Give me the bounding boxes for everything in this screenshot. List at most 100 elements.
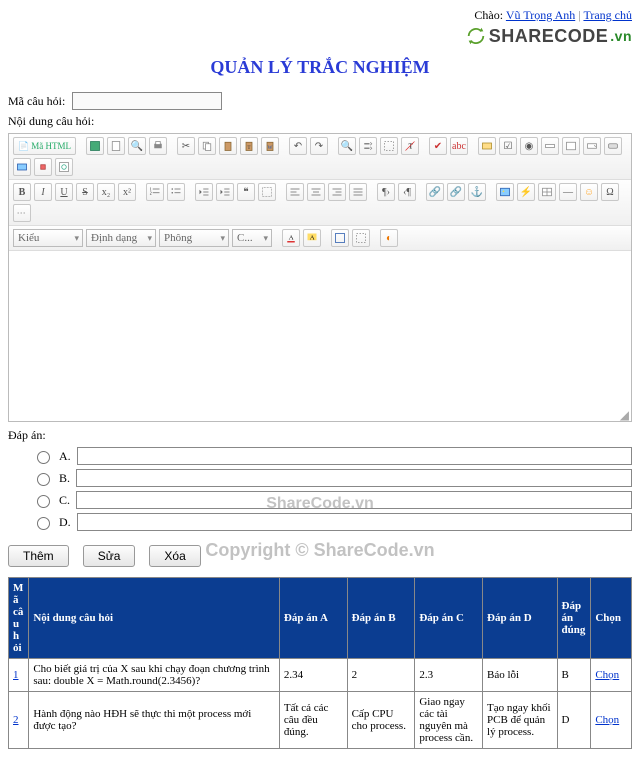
answer-letter: B.: [59, 471, 70, 486]
rtl-icon[interactable]: ‹¶: [398, 183, 416, 201]
row-correct: D: [557, 692, 591, 749]
superscript-icon[interactable]: x²: [118, 183, 136, 201]
edit-button[interactable]: Sửa: [83, 545, 136, 567]
delete-button[interactable]: Xóa: [149, 545, 200, 567]
textarea-icon[interactable]: [562, 137, 580, 155]
answer-radio[interactable]: [37, 473, 50, 486]
checkbox-icon[interactable]: ☑: [499, 137, 517, 155]
textfield-icon[interactable]: [541, 137, 559, 155]
align-right-icon[interactable]: [328, 183, 346, 201]
hidden-icon[interactable]: [34, 158, 52, 176]
numlist-icon[interactable]: 12: [146, 183, 164, 201]
format-select[interactable]: Định dạng: [86, 229, 156, 247]
link-icon[interactable]: 🔗: [426, 183, 444, 201]
size-select[interactable]: C...: [232, 229, 272, 247]
imagebutton-icon[interactable]: [13, 158, 31, 176]
ltr-icon[interactable]: ¶›: [377, 183, 395, 201]
anchor-icon[interactable]: ⚓: [468, 183, 486, 201]
div-icon[interactable]: [258, 183, 276, 201]
align-left-icon[interactable]: [286, 183, 304, 201]
blockquote-icon[interactable]: ❝: [237, 183, 255, 201]
image-icon[interactable]: [496, 183, 514, 201]
answer-letter: A.: [59, 449, 71, 464]
answer-input[interactable]: [77, 447, 632, 465]
svg-text:A: A: [289, 235, 294, 242]
answer-radio[interactable]: [37, 495, 50, 508]
row-idx-link[interactable]: 1: [13, 669, 19, 681]
row-select-link[interactable]: Chọn: [595, 669, 619, 681]
italic-icon[interactable]: I: [34, 183, 52, 201]
underline-icon[interactable]: U: [55, 183, 73, 201]
code-input[interactable]: [72, 92, 222, 110]
select-icon[interactable]: [583, 137, 601, 155]
bullist-icon[interactable]: [167, 183, 185, 201]
answer-radio[interactable]: [37, 517, 50, 530]
paste-text-icon[interactable]: T: [240, 137, 258, 155]
button-icon[interactable]: [604, 137, 622, 155]
row-ans-a: Tất cả các câu đều đúng.: [279, 692, 347, 749]
remove-format-icon[interactable]: T: [401, 137, 419, 155]
bgcolor-icon[interactable]: A: [303, 229, 321, 247]
strike-icon[interactable]: S: [76, 183, 94, 201]
redo-icon[interactable]: ↷: [310, 137, 328, 155]
preview-icon[interactable]: 🔍: [128, 137, 146, 155]
specialchar-icon[interactable]: Ω: [601, 183, 619, 201]
find-icon[interactable]: 🔍: [338, 137, 356, 155]
svg-text:T: T: [408, 141, 413, 150]
answer-input[interactable]: [76, 469, 632, 487]
th-b: Đáp án B: [347, 578, 415, 659]
recycle-icon: [465, 25, 487, 47]
row-select-link[interactable]: Chọn: [595, 714, 619, 726]
hr-icon[interactable]: —: [559, 183, 577, 201]
maximize-icon[interactable]: [331, 229, 349, 247]
indent-icon[interactable]: [216, 183, 234, 201]
table-row: 1Cho biết giá trị của X sau khi chạy đoạ…: [9, 659, 632, 692]
outdent-icon[interactable]: [195, 183, 213, 201]
add-button[interactable]: Thêm: [8, 545, 69, 567]
answer-radio[interactable]: [37, 451, 50, 464]
row-ans-d: Báo lỗi: [483, 659, 557, 692]
paste-icon[interactable]: [219, 137, 237, 155]
subscript-icon[interactable]: x₂: [97, 183, 115, 201]
row-idx-link[interactable]: 2: [13, 714, 19, 726]
paste-word-icon[interactable]: W: [261, 137, 279, 155]
answer-input[interactable]: [77, 513, 632, 531]
pagebreak-icon[interactable]: [13, 204, 31, 222]
textcolor-icon[interactable]: A: [282, 229, 300, 247]
spellcheck-icon[interactable]: ✔: [429, 137, 447, 155]
copy-icon[interactable]: [198, 137, 216, 155]
flash-icon[interactable]: ⚡: [517, 183, 535, 201]
form-icon[interactable]: [478, 137, 496, 155]
unlink-icon[interactable]: 🔗: [447, 183, 465, 201]
answer-input[interactable]: [76, 491, 632, 509]
align-justify-icon[interactable]: [349, 183, 367, 201]
smiley-icon[interactable]: ☺: [580, 183, 598, 201]
print-icon[interactable]: [149, 137, 167, 155]
home-link[interactable]: Trang chủ: [583, 8, 632, 22]
user-link[interactable]: Vũ Trọng Anh: [506, 8, 575, 22]
editor-textarea[interactable]: [9, 251, 631, 411]
bold-icon[interactable]: B: [13, 183, 31, 201]
code-label: Mã câu hỏi:: [8, 94, 65, 108]
table-icon[interactable]: [538, 183, 556, 201]
th-d: Đáp án D: [483, 578, 557, 659]
answers-label: Đáp án:: [8, 428, 632, 443]
cut-icon[interactable]: ✂: [177, 137, 195, 155]
row-correct: B: [557, 659, 591, 692]
undo-icon[interactable]: ↶: [289, 137, 307, 155]
select-all-icon[interactable]: [380, 137, 398, 155]
row-ans-c: Giao ngay các tài nguyên mà process cần.: [415, 692, 483, 749]
font-select[interactable]: Phông: [159, 229, 229, 247]
showblocks-icon[interactable]: [352, 229, 370, 247]
save-icon[interactable]: [86, 137, 104, 155]
radio-icon[interactable]: ◉: [520, 137, 538, 155]
source-button[interactable]: 📄 Mã HTML: [13, 137, 76, 155]
align-center-icon[interactable]: [307, 183, 325, 201]
scayt-icon[interactable]: abc: [450, 137, 468, 155]
new-page-icon[interactable]: [107, 137, 125, 155]
replace-icon[interactable]: [359, 137, 377, 155]
style-select[interactable]: Kiểu: [13, 229, 83, 247]
about-icon[interactable]: ◐: [380, 229, 398, 247]
resize-handle-icon[interactable]: ◢: [9, 411, 631, 421]
iframe-icon[interactable]: [55, 158, 73, 176]
